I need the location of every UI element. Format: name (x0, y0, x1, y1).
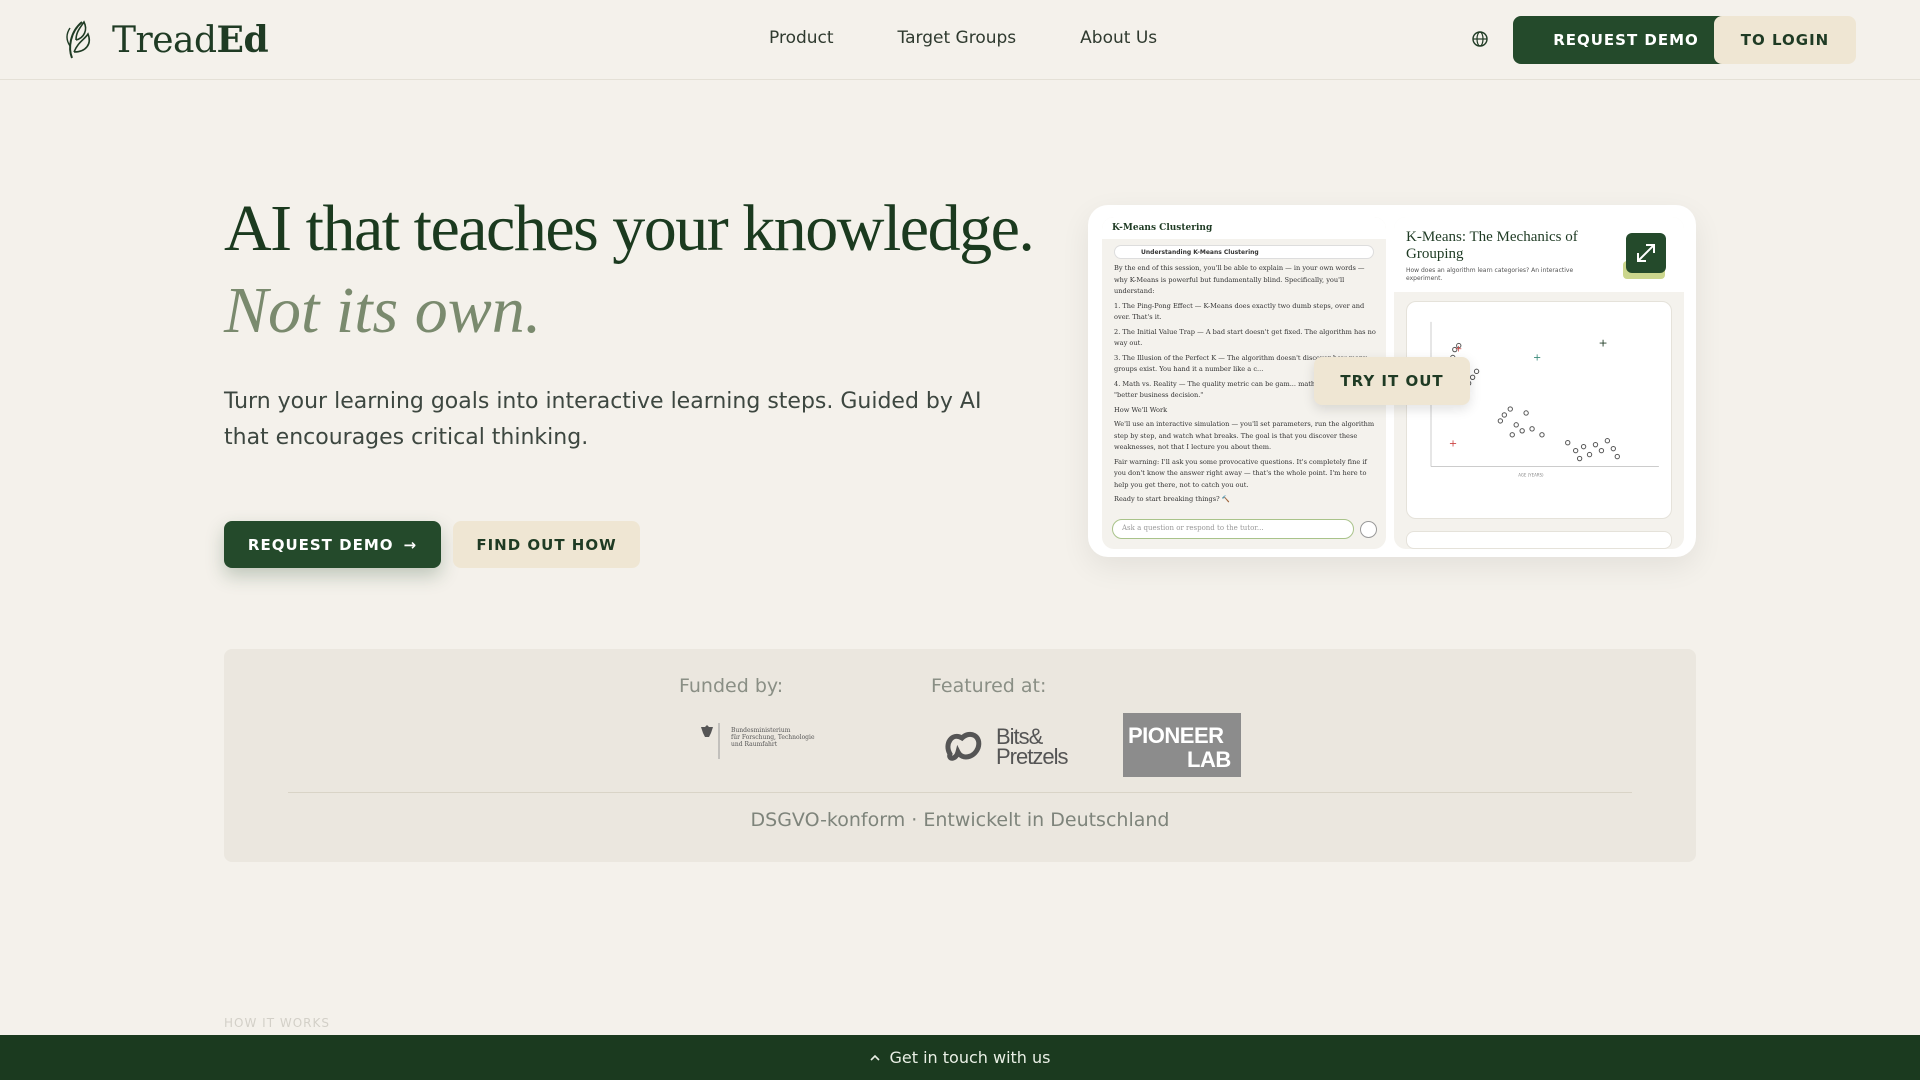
svg-text:+: + (1449, 439, 1457, 450)
chat-topic: Understanding K-Means Clustering (1114, 245, 1374, 259)
microphone-icon[interactable] (1360, 521, 1377, 538)
expand-icon[interactable] (1626, 233, 1666, 273)
logo-text: TreadEd (112, 19, 269, 61)
pioneer-line2: LAB (1187, 747, 1231, 772)
pioneer-line1: PIONEER (1128, 723, 1224, 748)
hero-description: Turn your learning goals into interactiv… (224, 389, 982, 450)
login-button[interactable]: TO LOGIN (1714, 16, 1856, 64)
nav-target-groups[interactable]: Target Groups (898, 28, 1017, 48)
bmbf-logo: Bundesministerium für Forschung, Technol… (731, 727, 815, 748)
chat-ready: Ready to start breaking things? 🔨 (1114, 495, 1230, 503)
svg-text:+: + (1598, 337, 1607, 350)
bmbf-line: für Forschung, Technologie (731, 734, 815, 741)
funded-label: Funded by: (679, 675, 784, 697)
contact-label: Get in touch with us (889, 1048, 1051, 1067)
hero-request-demo-label: REQUEST DEMO (247, 535, 394, 554)
bmbf-line: Bundesministerium (731, 727, 791, 734)
simulation-controls[interactable] (1406, 531, 1672, 549)
hero-title: AI that teaches your knowledge. (224, 192, 1035, 265)
hero-subtitle: Not its own. (224, 274, 542, 347)
site-header: TreadEd Product Target Groups About Us R… (0, 0, 1920, 80)
find-out-how-button[interactable]: FIND OUT HOW (453, 521, 640, 568)
nav-about-us[interactable]: About Us (1080, 28, 1157, 48)
globe-icon[interactable] (1471, 30, 1489, 48)
header-request-demo-button[interactable]: REQUEST DEMO (1513, 16, 1739, 64)
chat-warning: Fair warning: I'll ask you some provocat… (1114, 457, 1367, 489)
logo[interactable]: TreadEd (64, 18, 269, 62)
chevron-up-icon (870, 1054, 881, 1061)
divider (288, 792, 1632, 793)
arrow-right-icon: → (403, 535, 418, 554)
x-axis-label: AGE (YEARS) (1518, 472, 1544, 477)
chat-title: K-Means Clustering (1102, 217, 1386, 239)
bp-line2: Pretzels (996, 744, 1068, 766)
bmbf-line: und Raumfahrt (731, 741, 778, 748)
featured-label: Featured at: (931, 675, 1047, 697)
svg-text:+: + (1455, 345, 1462, 355)
main-nav: Product Target Groups About Us (769, 28, 1221, 48)
scatter-plot: + + + + AGE (YEARS) (1406, 301, 1672, 519)
svg-text:+: + (1533, 352, 1541, 363)
treaded-logo-icon (66, 20, 90, 59)
section-label: HOW IT WORKS (224, 1016, 330, 1030)
product-preview[interactable]: K-Means Clustering Understanding K-Means… (1088, 205, 1696, 557)
simulation-title: K-Means: The Mechanics of Grouping (1406, 229, 1578, 262)
compliance-note: DSGVO-konform · Entwickelt in Deutschlan… (750, 809, 1170, 831)
pioneer-lab-logo: PIONEER LAB (1123, 713, 1241, 777)
chat-how-heading: How We'll Work (1114, 405, 1168, 414)
chat-intro: By the end of this session, you'll be ab… (1114, 264, 1365, 295)
contact-bar[interactable]: Get in touch with us (0, 1035, 1920, 1080)
simulation-question: How does an algorithm learn categories? … (1406, 267, 1574, 282)
chat-point: 1. The Ping-Pong Effect — K-Means does e… (1114, 301, 1365, 322)
chat-point: 2. The Initial Value Trap — A bad start … (1114, 327, 1376, 348)
chat-how-text: We'll use an interactive simulation — yo… (1114, 420, 1375, 451)
nav-product[interactable]: Product (769, 28, 834, 48)
chat-input[interactable]: Ask a question or respond to the tutor..… (1112, 519, 1354, 539)
funding-strip: Funded by: Featured at: Bundesministeriu… (224, 649, 1696, 862)
hero-request-demo-button[interactable]: REQUEST DEMO → (224, 521, 441, 568)
bits-and-pretzels-logo: Bits& Pretzels (945, 724, 1069, 766)
try-it-out-button[interactable]: TRY IT OUT (1314, 357, 1470, 405)
